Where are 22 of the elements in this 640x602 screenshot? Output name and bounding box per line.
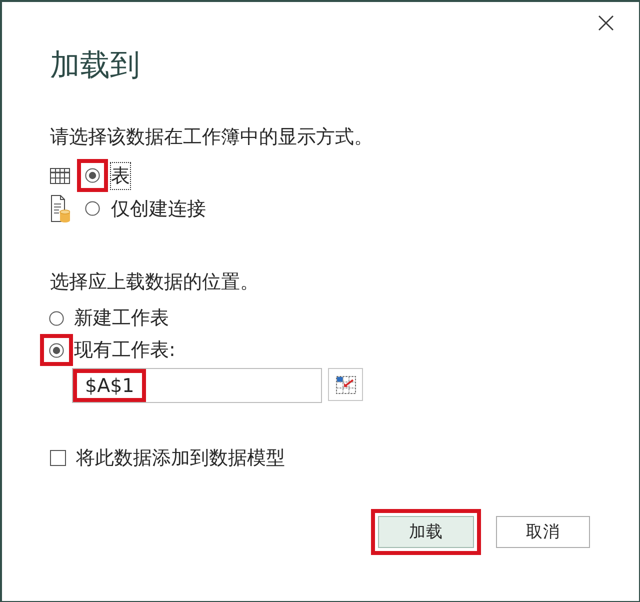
checkbox[interactable] (50, 450, 66, 466)
load-button[interactable]: 加载 (378, 516, 474, 548)
radio-button[interactable] (49, 310, 64, 326)
section-prompt: 请选择该数据在工作簿中的显示方式。 (50, 125, 373, 149)
option-label[interactable]: 现有工作表: (73, 336, 176, 364)
dialog-title: 加载到 (50, 48, 140, 84)
table-icon (50, 168, 70, 184)
document-database-icon (50, 194, 70, 222)
option-label[interactable]: 仅创建连接 (110, 194, 207, 222)
checkbox-label[interactable]: 将此数据添加到数据模型 (76, 446, 285, 470)
section-prompt: 选择应上载数据的位置。 (50, 270, 259, 294)
radio-button[interactable] (85, 168, 100, 183)
option-label[interactable]: 表 (110, 162, 131, 190)
close-button[interactable] (597, 14, 615, 32)
range-field[interactable]: $A$1 (72, 368, 322, 403)
range-value: $A$1 (73, 369, 146, 402)
cancel-button[interactable]: 取消 (496, 516, 590, 548)
option-label[interactable]: 新建工作表 (73, 304, 170, 332)
radio-button[interactable] (85, 201, 100, 216)
radio-button[interactable] (49, 342, 64, 358)
close-icon (598, 15, 614, 31)
range-picker-button[interactable] (328, 368, 363, 401)
